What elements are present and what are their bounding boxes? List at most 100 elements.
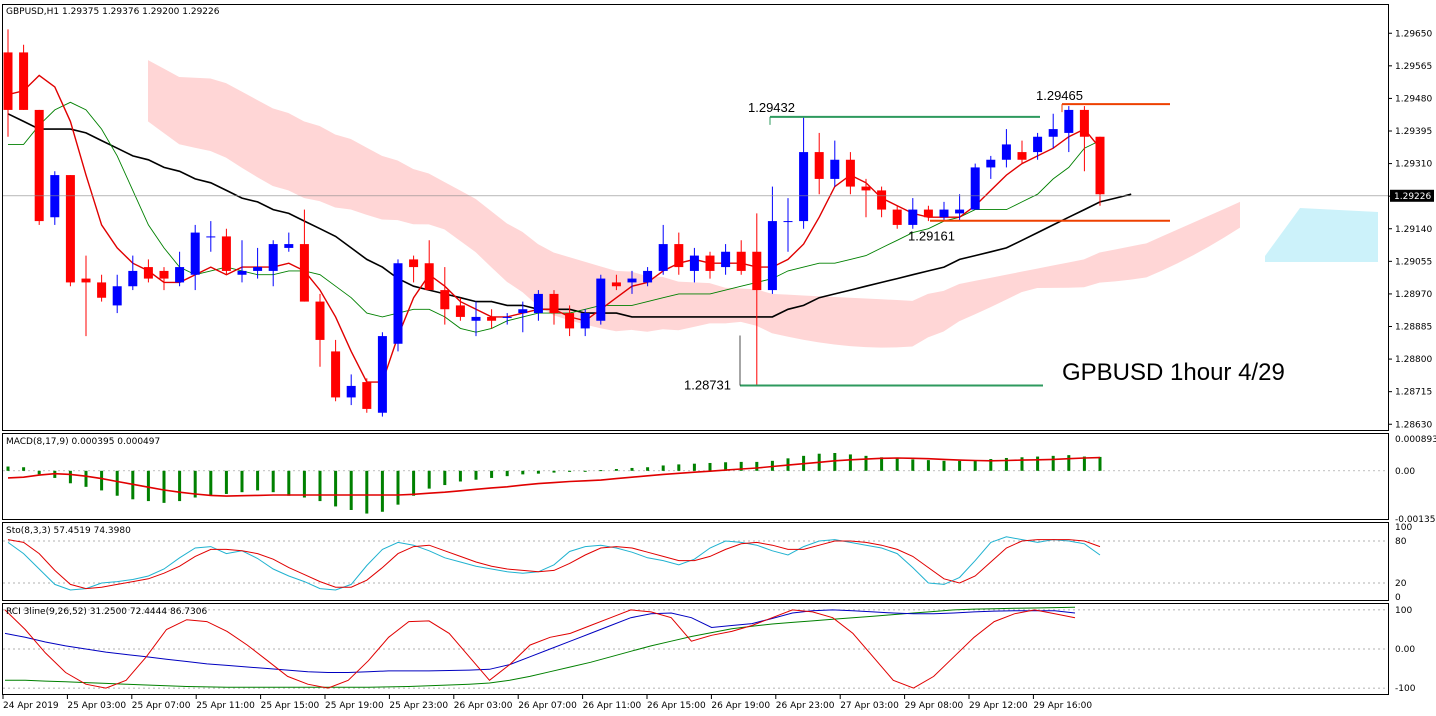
rci-long-line bbox=[5, 606, 1076, 688]
macd-bar bbox=[334, 470, 338, 507]
stoch-tick-label: 80 bbox=[1395, 537, 1407, 547]
macd-bar bbox=[302, 470, 306, 498]
price-tick-label: 1.29650 bbox=[1395, 29, 1432, 39]
candle-body bbox=[955, 209, 965, 214]
macd-bar bbox=[864, 455, 868, 471]
macd-bar bbox=[6, 466, 10, 471]
macd-bar bbox=[256, 470, 260, 491]
macd-bar bbox=[568, 470, 572, 472]
candle-body bbox=[50, 175, 60, 218]
candle-body bbox=[970, 167, 980, 210]
trading-chart[interactable]: 1.294321.294651.291611.28731 1.296501.29… bbox=[0, 0, 1436, 716]
macd-bar bbox=[521, 470, 525, 475]
time-label: 27 Apr 03:00 bbox=[840, 701, 899, 711]
candle-body bbox=[128, 270, 138, 287]
macd-bar bbox=[973, 460, 977, 471]
candle-body bbox=[268, 244, 278, 271]
candle-body bbox=[689, 255, 699, 271]
candle-body bbox=[845, 159, 855, 187]
macd-bar bbox=[427, 470, 431, 489]
macd-bar bbox=[1036, 456, 1040, 471]
candle-body bbox=[502, 316, 512, 318]
rci-header: RCI 3line(9,26,52) 31.2500 72.4444 86.73… bbox=[6, 607, 207, 617]
candle-body bbox=[877, 190, 887, 210]
candle-body bbox=[533, 293, 543, 314]
macd-bar bbox=[677, 464, 681, 471]
time-label: 25 Apr 23:00 bbox=[389, 701, 448, 711]
macd-bar bbox=[599, 470, 603, 472]
candle-body bbox=[1064, 109, 1074, 133]
stoch-tick-label: 20 bbox=[1395, 579, 1407, 589]
macd-signal-line bbox=[7, 456, 1101, 497]
macd-bar bbox=[490, 470, 494, 478]
macd-bar bbox=[146, 470, 150, 502]
macd-bar bbox=[412, 470, 416, 496]
time-label: 26 Apr 11:00 bbox=[583, 701, 642, 711]
macd-bar bbox=[755, 461, 759, 471]
stochastic-pane: 100 80 20 0 bbox=[3, 523, 1412, 603]
macd-bar bbox=[942, 460, 946, 471]
candle-body bbox=[549, 293, 559, 314]
candle-body bbox=[471, 316, 481, 321]
time-label: 25 Apr 03:00 bbox=[67, 701, 126, 711]
macd-tick-label: 0.00 bbox=[1395, 467, 1415, 477]
candle-body bbox=[175, 267, 185, 283]
candle-body bbox=[159, 270, 169, 279]
cloud-future-area bbox=[1265, 208, 1378, 262]
macd-bar bbox=[209, 470, 213, 496]
candle-body bbox=[190, 232, 200, 275]
level-label: 1.28731 bbox=[684, 378, 731, 393]
macd-bar bbox=[396, 470, 400, 505]
macd-header: MACD(8,17,9) 0.000395 0.000497 bbox=[6, 437, 160, 447]
candle-body bbox=[783, 221, 793, 223]
time-label: 25 Apr 11:00 bbox=[196, 701, 255, 711]
macd-bar bbox=[458, 470, 462, 482]
macd-tick-label: 0.000893 bbox=[1395, 435, 1436, 445]
macd-bar bbox=[224, 470, 228, 494]
candle-body bbox=[752, 251, 762, 291]
candle-body bbox=[892, 209, 902, 225]
stoch-d-line bbox=[7, 539, 1101, 590]
candle-body bbox=[424, 263, 434, 291]
candle-body bbox=[346, 385, 356, 398]
rci-tick-label: -100 bbox=[1395, 684, 1416, 694]
candle-body bbox=[861, 186, 871, 191]
candle-body bbox=[487, 316, 497, 321]
candle-body bbox=[705, 255, 715, 271]
candle-body bbox=[331, 351, 341, 398]
price-tick-label: 1.28885 bbox=[1395, 323, 1432, 333]
macd-pane: 0.0008930.00-0.001353 bbox=[3, 435, 1436, 525]
price-axis: 1.29650 1.29565 1.29480 1.29395 1.29310 1.292… bbox=[1388, 29, 1434, 430]
candle-body bbox=[143, 267, 153, 279]
macd-bar bbox=[318, 470, 322, 502]
candle-body bbox=[34, 109, 44, 222]
price-tick-label: 1.28715 bbox=[1395, 388, 1432, 398]
macd-bar bbox=[380, 470, 384, 512]
macd-bar bbox=[614, 469, 618, 471]
time-label: 25 Apr 19:00 bbox=[325, 701, 384, 711]
macd-bar bbox=[880, 457, 884, 471]
macd-bar bbox=[162, 470, 166, 503]
candle-body bbox=[284, 244, 294, 248]
price-tick-label: 1.29310 bbox=[1395, 160, 1432, 170]
macd-bar bbox=[536, 470, 540, 474]
macd-bar bbox=[646, 467, 650, 471]
candle-body bbox=[674, 244, 684, 268]
candle-body bbox=[81, 278, 91, 283]
time-axis: 24 Apr 2019 25 Apr 03:00 25 Apr 07:00 25 Ap… bbox=[2, 695, 1092, 711]
price-tick-label: 1.28970 bbox=[1395, 290, 1432, 300]
macd-bar bbox=[1067, 455, 1071, 471]
time-label: 26 Apr 19:00 bbox=[711, 701, 770, 711]
candle-body bbox=[627, 278, 637, 283]
rci-pane-frame bbox=[2, 603, 1389, 695]
macd-bar bbox=[271, 470, 275, 493]
macd-bar bbox=[287, 470, 291, 496]
candle-body bbox=[830, 159, 840, 179]
macd-bar bbox=[833, 452, 837, 471]
candle-body bbox=[1048, 129, 1058, 137]
candle-body bbox=[97, 282, 107, 298]
candle-body bbox=[1095, 136, 1105, 195]
time-label: 26 Apr 07:00 bbox=[518, 701, 577, 711]
rci-tick-label: 100 bbox=[1395, 606, 1412, 616]
candle-body bbox=[299, 244, 309, 302]
